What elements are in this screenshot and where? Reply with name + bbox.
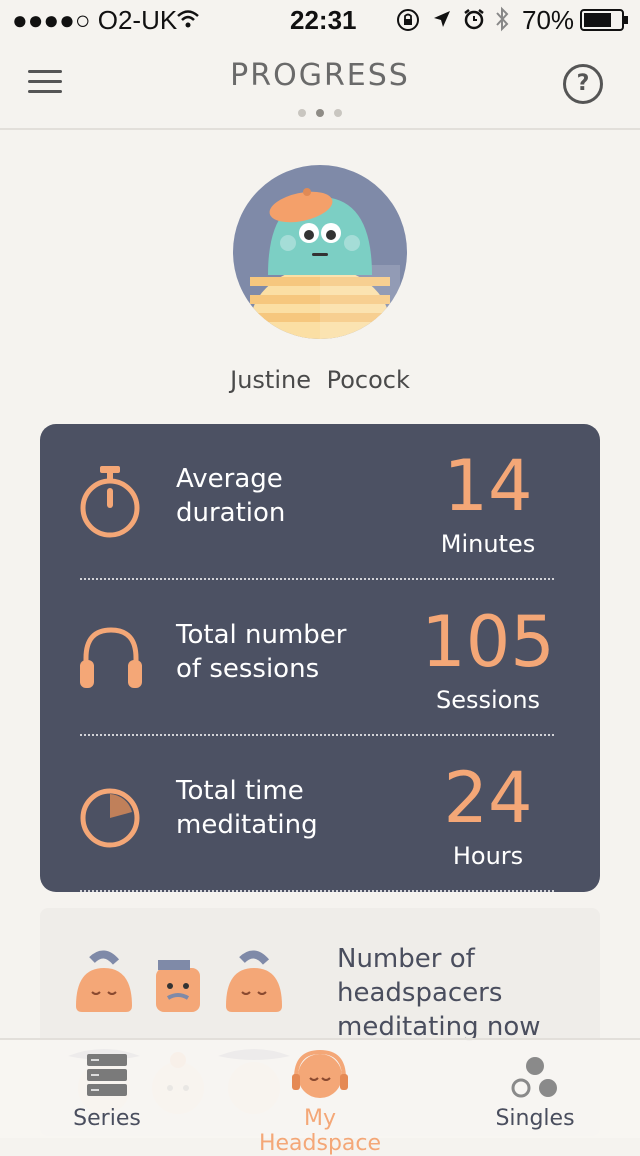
- stat-value: 24: [443, 757, 533, 839]
- wifi-icon: [177, 10, 199, 28]
- divider: [80, 890, 554, 892]
- stat-unit: Hours: [452, 842, 524, 870]
- tab-label: Singles: [495, 1106, 575, 1131]
- tab-singles[interactable]: Singles: [455, 1040, 615, 1138]
- page-title: PROGRESS: [230, 58, 410, 93]
- headspace-face-icon: [292, 1049, 348, 1098]
- page-indicator[interactable]: [0, 102, 640, 121]
- nav-header: PROGRESS ?: [0, 40, 640, 130]
- alarm-icon: [464, 9, 484, 30]
- stopwatch-icon: [80, 466, 140, 538]
- battery-icon: [580, 9, 628, 31]
- face-icon: [156, 960, 200, 1012]
- bluetooth-icon: [496, 6, 509, 32]
- stack-icon: [87, 1054, 127, 1096]
- stat-label: Total time meditating: [176, 776, 318, 840]
- face-icon: [226, 950, 282, 1012]
- avatar[interactable]: [233, 165, 407, 339]
- tab-label: My Headspace: [258, 1106, 382, 1156]
- rotation-lock-icon: [397, 9, 419, 31]
- profile-name: Justine Pocock: [230, 366, 410, 394]
- stat-unit: Sessions: [435, 686, 541, 714]
- tab-bar: Series My Headspace Singles: [0, 1038, 640, 1156]
- stat-row-average-duration: Average duration 14 Minutes: [40, 424, 600, 580]
- tab-series[interactable]: Series: [27, 1040, 187, 1138]
- battery-percent: 70%: [522, 5, 575, 35]
- stat-row-total-sessions: Total number of sessions 105 Sessions: [40, 580, 600, 736]
- stat-value: 14: [443, 445, 533, 527]
- pie-clock-icon: [80, 788, 140, 848]
- tab-my-headspace[interactable]: My Headspace: [240, 1040, 400, 1156]
- clock: 22:31: [290, 5, 357, 35]
- stat-row-total-time: Total time meditating 24 Hours: [40, 736, 600, 892]
- headspacers-now-label: Number of headspacers meditating now: [337, 944, 541, 1042]
- status-bar: ●●●●○ O2-UK 22:31 70%: [0, 0, 640, 40]
- page-dot: [334, 109, 342, 117]
- stats-card: Average duration 14 Minutes Total number…: [40, 424, 600, 892]
- headphones-icon: [80, 627, 142, 688]
- tab-label: Series: [73, 1106, 141, 1131]
- page-dot: [298, 109, 306, 117]
- stat-value: 105: [421, 601, 555, 683]
- stat-unit: Minutes: [440, 530, 536, 558]
- stat-label: Total number of sessions: [176, 620, 347, 684]
- circles-icon: [511, 1057, 557, 1098]
- stat-label: Average duration: [176, 464, 286, 528]
- face-icon: [76, 950, 132, 1012]
- page-dot-active: [316, 109, 324, 117]
- carrier-label: ●●●●○ O2-UK: [12, 5, 178, 35]
- location-arrow-icon: [434, 11, 450, 27]
- help-button[interactable]: ?: [563, 64, 603, 104]
